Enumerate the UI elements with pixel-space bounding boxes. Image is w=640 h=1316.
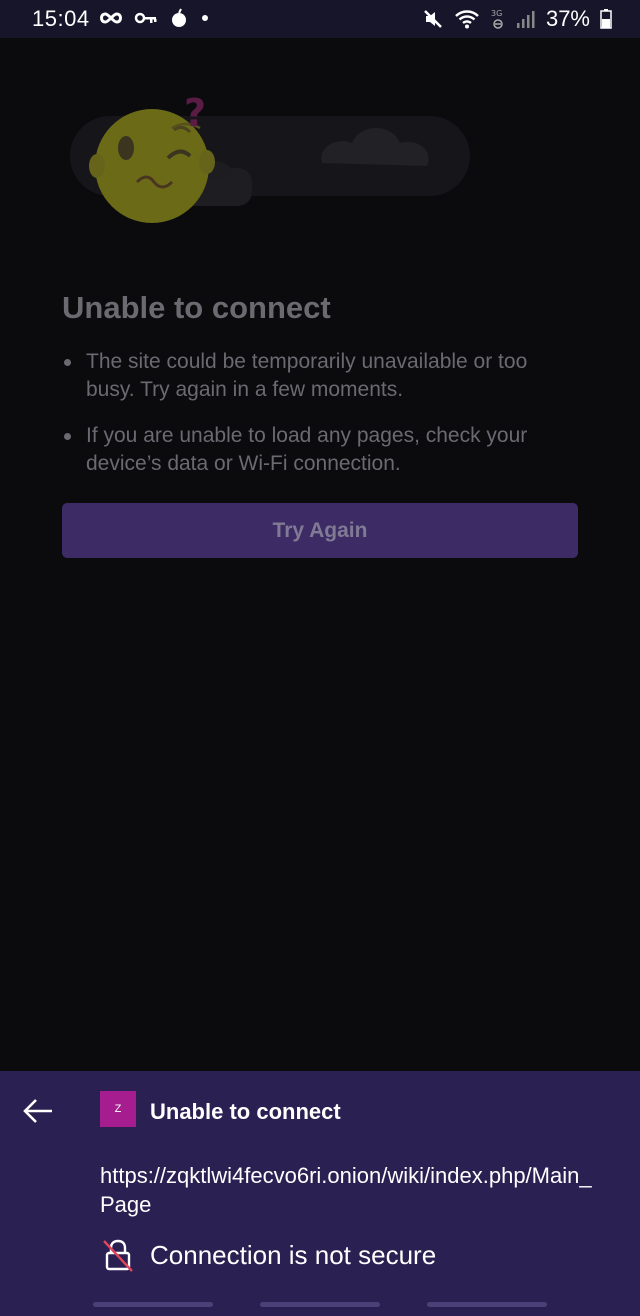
site-favicon: Z [100, 1091, 136, 1127]
svg-text:3G: 3G [491, 9, 502, 18]
key-icon [134, 12, 157, 24]
bullet-dot [64, 433, 71, 440]
svg-text:?: ? [184, 91, 206, 135]
arrow-left-icon [23, 1099, 52, 1123]
status-right: 3G 37% [422, 6, 612, 32]
error-bullet: If you are unable to load any pages, che… [62, 422, 562, 478]
network-3g-icon: 3G [491, 9, 503, 29]
back-button[interactable] [18, 1093, 58, 1129]
security-status-text: Connection is not secure [150, 1239, 437, 1270]
battery-icon [600, 9, 612, 29]
screen: 15:04 3G 37% ? Unable to connect The sit… [0, 0, 640, 1316]
mute-icon [424, 10, 442, 28]
bomb-icon [172, 8, 186, 27]
status-bar: 15:04 3G 37% [0, 0, 640, 38]
error-bullet-list: The site could be temporarily unavailabl… [62, 348, 562, 496]
site-url: https://zqktlwi4fecvo6ri.onion/wiki/inde… [100, 1163, 592, 1217]
nav-recents-handle[interactable] [93, 1302, 213, 1307]
site-info-sheet: Z Unable to connect https://zqktlwi4fecv… [0, 1071, 640, 1316]
nav-home-handle[interactable] [260, 1302, 380, 1307]
error-bullet-text: If you are unable to load any pages, che… [86, 424, 528, 475]
system-nav-bar [0, 1302, 640, 1308]
sheet-title: Unable to connect [150, 1099, 341, 1124]
error-bullet: The site could be temporarily unavailabl… [62, 348, 562, 404]
error-title: Unable to connect [62, 290, 331, 325]
wifi-icon [455, 10, 479, 29]
battery-percent: 37% [545, 6, 590, 31]
lock-broken-icon [103, 1239, 133, 1272]
signal-icon [516, 11, 535, 28]
confused-face-illustration: ? [70, 91, 470, 223]
nav-back-handle[interactable] [427, 1302, 547, 1307]
status-left-icons [100, 8, 210, 28]
dot-icon [202, 15, 208, 21]
bullet-dot [64, 359, 71, 366]
infinity-icon [100, 12, 122, 24]
error-bullet-text: The site could be temporarily unavailabl… [86, 350, 528, 401]
status-time: 15:04 [32, 6, 90, 31]
connection-security-row[interactable]: Connection is not secure [100, 1237, 436, 1273]
try-again-button[interactable]: Try Again [62, 503, 578, 558]
